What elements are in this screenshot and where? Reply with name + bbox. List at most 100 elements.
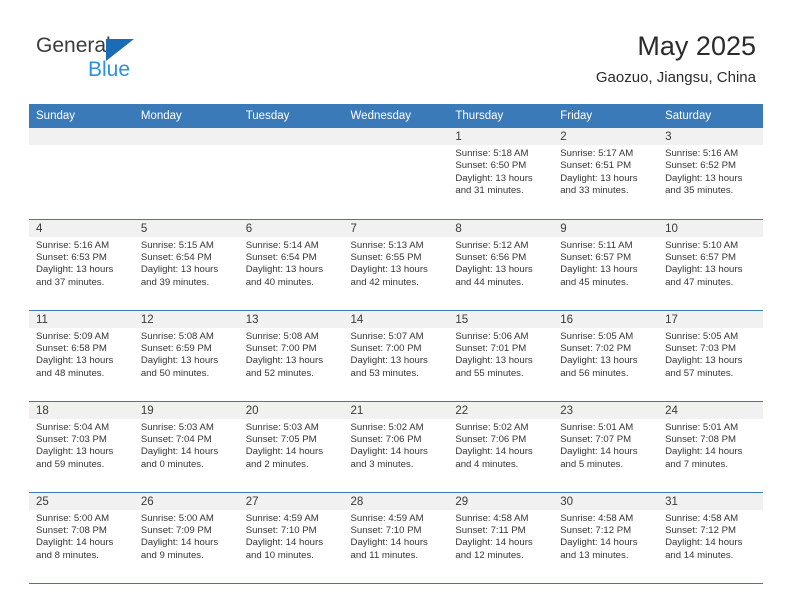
daylight-duration-line2: and 53 minutes. xyxy=(350,367,419,379)
sunset-time: Sunset: 7:12 PM xyxy=(560,524,632,536)
brand-name-blue: Blue xyxy=(88,58,131,81)
calendar-day-cell[interactable]: 17 Sunrise: 5:05 AM Sunset: 7:03 PM Dayligh… xyxy=(658,310,763,402)
day-number: 15 xyxy=(448,310,554,328)
calendar-day-cell[interactable]: 8 Sunrise: 5:12 AM Sunset: 6:56 PM Daylight… xyxy=(448,219,554,311)
calendar-day-cell[interactable]: 15 Sunrise: 5:06 AM Sunset: 7:01 PM Dayligh… xyxy=(448,310,554,402)
calendar-day-cell[interactable]: 19 Sunrise: 5:03 AM Sunset: 7:04 PM Dayligh… xyxy=(133,401,239,493)
calendar-day-cell[interactable]: 29 Sunrise: 4:58 AM Sunset: 7:11 PM Dayligh… xyxy=(448,492,554,584)
sunset-time: Sunset: 7:03 PM xyxy=(36,433,107,445)
sunrise-time: Sunrise: 5:11 AM xyxy=(560,239,633,251)
day-details: Sunrise: 4:59 AM Sunset: 7:10 PM Daylight:… xyxy=(239,510,344,563)
day-details: Sunrise: 4:58 AM Sunset: 7:12 PM Daylight:… xyxy=(658,510,763,563)
sunrise-time: Sunrise: 5:12 AM xyxy=(455,239,529,251)
calendar-day-cell[interactable]: 14 Sunrise: 5:07 AM Sunset: 7:00 PM Dayligh… xyxy=(343,310,449,402)
calendar-page: General Blue May 2025 Gaozuo, Jiangsu, C… xyxy=(0,0,792,612)
sunrise-time: Sunrise: 5:06 AM xyxy=(455,330,529,342)
day-number: 4 xyxy=(29,219,134,237)
sunrise-time: Sunrise: 5:16 AM xyxy=(665,148,739,159)
daylight-duration-line2: and 8 minutes. xyxy=(36,549,99,561)
sunrise-time: Sunrise: 5:08 AM xyxy=(140,330,214,342)
weekday-header-wednesday: Wednesday xyxy=(343,104,449,128)
daylight-duration-line2: and 2 minutes. xyxy=(245,458,309,470)
page-header: General Blue May 2025 Gaozuo, Jiangsu, C… xyxy=(0,0,792,100)
calendar-day-cell[interactable]: 1 Sunrise: 5:18 AM Sunset: 6:50 PM Daylight… xyxy=(448,128,554,220)
brand-logo[interactable]: General Blue xyxy=(36,33,196,83)
sunrise-time: Sunrise: 5:03 AM xyxy=(140,421,214,433)
sunrise-time: Sunrise: 5:05 AM xyxy=(665,330,739,342)
calendar-day-cell[interactable]: 16 Sunrise: 5:05 AM Sunset: 7:02 PM Dayligh… xyxy=(553,310,659,402)
day-number xyxy=(29,128,134,145)
calendar-day-cell[interactable]: 28 Sunrise: 4:59 AM Sunset: 7:10 PM Dayligh… xyxy=(343,492,449,584)
day-number: 18 xyxy=(29,401,134,419)
daylight-duration-line1: Daylight: 13 hours xyxy=(140,355,219,367)
calendar-day-cell[interactable]: 30 Sunrise: 4:58 AM Sunset: 7:12 PM Dayligh… xyxy=(553,492,659,584)
day-details: Sunrise: 5:03 AM Sunset: 7:05 PM Daylight:… xyxy=(239,419,344,472)
sunset-time: Sunset: 7:09 PM xyxy=(140,524,212,536)
day-details: Sunrise: 5:07 AM Sunset: 7:00 PM Daylight:… xyxy=(344,328,449,381)
calendar-day-cell[interactable]: 3 Sunrise: 5:16 AM Sunset: 6:52 PM Daylight… xyxy=(658,128,763,220)
calendar-body: 1 Sunrise: 5:18 AM Sunset: 6:50 PM Daylight… xyxy=(29,128,763,584)
calendar-day-cell[interactable]: 2 Sunrise: 5:17 AM Sunset: 6:51 PM Daylight… xyxy=(553,128,659,220)
calendar-day-cell[interactable]: 21 Sunrise: 5:02 AM Sunset: 7:06 PM Dayligh… xyxy=(343,401,449,493)
calendar-day-cell[interactable]: 31 Sunrise: 4:58 AM Sunset: 7:12 PM Dayligh… xyxy=(658,492,763,584)
calendar-day-cell[interactable]: 23 Sunrise: 5:01 AM Sunset: 7:07 PM Dayligh… xyxy=(553,401,659,493)
sunrise-time: Sunrise: 5:13 AM xyxy=(350,239,424,251)
day-number: 5 xyxy=(133,219,239,237)
sunset-time: Sunset: 7:11 PM xyxy=(455,524,526,536)
day-number: 8 xyxy=(448,219,554,237)
calendar-day-cell-empty xyxy=(238,128,344,220)
calendar-day-cell[interactable]: 4 Sunrise: 5:16 AM Sunset: 6:53 PM Daylight… xyxy=(29,219,134,311)
calendar-day-cell[interactable]: 5 Sunrise: 5:15 AM Sunset: 6:54 PM Daylight… xyxy=(133,219,239,311)
daylight-duration-line1: Daylight: 14 hours xyxy=(140,446,219,458)
calendar-day-cell[interactable]: 27 Sunrise: 4:59 AM Sunset: 7:10 PM Dayligh… xyxy=(238,492,344,584)
sunset-time: Sunset: 6:53 PM xyxy=(36,251,107,263)
calendar-day-cell[interactable]: 6 Sunrise: 5:14 AM Sunset: 6:54 PM Daylight… xyxy=(238,219,344,311)
day-number xyxy=(133,128,239,145)
calendar-day-cell[interactable]: 22 Sunrise: 5:02 AM Sunset: 7:06 PM Dayligh… xyxy=(448,401,554,493)
daylight-duration-line2: and 33 minutes. xyxy=(560,185,629,197)
calendar-day-cell[interactable]: 20 Sunrise: 5:03 AM Sunset: 7:05 PM Dayligh… xyxy=(238,401,344,493)
day-number: 9 xyxy=(553,219,659,237)
day-number: 28 xyxy=(343,492,449,510)
daylight-duration-line1: Daylight: 14 hours xyxy=(245,446,324,458)
calendar-day-cell[interactable]: 12 Sunrise: 5:08 AM Sunset: 6:59 PM Dayligh… xyxy=(133,310,239,402)
sunset-time: Sunset: 7:10 PM xyxy=(350,524,422,536)
day-details: Sunrise: 5:04 AM Sunset: 7:03 PM Daylight:… xyxy=(29,419,134,472)
day-details: Sunrise: 5:00 AM Sunset: 7:09 PM Daylight:… xyxy=(134,510,239,563)
calendar-day-cell[interactable]: 18 Sunrise: 5:04 AM Sunset: 7:03 PM Dayligh… xyxy=(29,401,134,493)
title-block: May 2025 Gaozuo, Jiangsu, China xyxy=(596,30,756,88)
calendar-day-cell[interactable]: 13 Sunrise: 5:08 AM Sunset: 7:00 PM Dayligh… xyxy=(238,310,344,402)
day-number: 25 xyxy=(29,492,134,510)
daylight-duration-line2: and 9 minutes. xyxy=(140,549,204,561)
day-details: Sunrise: 5:17 AM Sunset: 6:51 PM Daylight:… xyxy=(553,145,658,198)
day-number xyxy=(238,128,344,145)
calendar-day-cell[interactable]: 24 Sunrise: 5:01 AM Sunset: 7:08 PM Dayligh… xyxy=(658,401,763,493)
daylight-duration-line1: Daylight: 13 hours xyxy=(665,355,743,367)
day-number: 24 xyxy=(658,401,763,419)
day-number: 21 xyxy=(343,401,449,419)
day-number: 26 xyxy=(133,492,239,510)
sunset-time: Sunset: 6:56 PM xyxy=(455,251,527,263)
calendar-day-cell[interactable]: 10 Sunrise: 5:10 AM Sunset: 6:57 PM Dayligh… xyxy=(658,219,763,311)
calendar-day-cell[interactable]: 26 Sunrise: 5:00 AM Sunset: 7:09 PM Dayligh… xyxy=(133,492,239,584)
weekday-header-tuesday: Tuesday xyxy=(238,104,344,128)
daylight-duration-line1: Daylight: 14 hours xyxy=(36,537,114,549)
day-details: Sunrise: 5:01 AM Sunset: 7:08 PM Daylight:… xyxy=(658,419,763,472)
day-details: Sunrise: 5:18 AM Sunset: 6:50 PM Daylight:… xyxy=(448,145,553,198)
daylight-duration-line2: and 13 minutes. xyxy=(560,549,629,561)
calendar-day-cell[interactable]: 11 Sunrise: 5:09 AM Sunset: 6:58 PM Dayligh… xyxy=(29,310,134,402)
sunrise-time: Sunrise: 5:00 AM xyxy=(36,512,110,524)
sunrise-time: Sunrise: 4:58 AM xyxy=(665,512,739,524)
calendar-day-cell[interactable]: 7 Sunrise: 5:13 AM Sunset: 6:55 PM Daylight… xyxy=(343,219,449,311)
calendar-day-cell[interactable]: 25 Sunrise: 5:00 AM Sunset: 7:08 PM Dayligh… xyxy=(29,492,134,584)
day-details: Sunrise: 5:03 AM Sunset: 7:04 PM Daylight:… xyxy=(134,419,239,472)
sunrise-time: Sunrise: 5:16 AM xyxy=(36,239,110,251)
daylight-duration-line1: Daylight: 14 hours xyxy=(665,446,743,458)
day-number: 30 xyxy=(553,492,659,510)
calendar-day-cell[interactable]: 9 Sunrise: 5:11 AM Sunset: 6:57 PM Daylight… xyxy=(553,219,659,311)
daylight-duration-line1: Daylight: 14 hours xyxy=(560,446,638,458)
daylight-duration-line2: and 7 minutes. xyxy=(665,458,728,470)
sunset-time: Sunset: 7:03 PM xyxy=(665,342,736,354)
sunrise-time: Sunrise: 5:04 AM xyxy=(36,421,110,433)
sunset-time: Sunset: 7:00 PM xyxy=(245,342,317,354)
